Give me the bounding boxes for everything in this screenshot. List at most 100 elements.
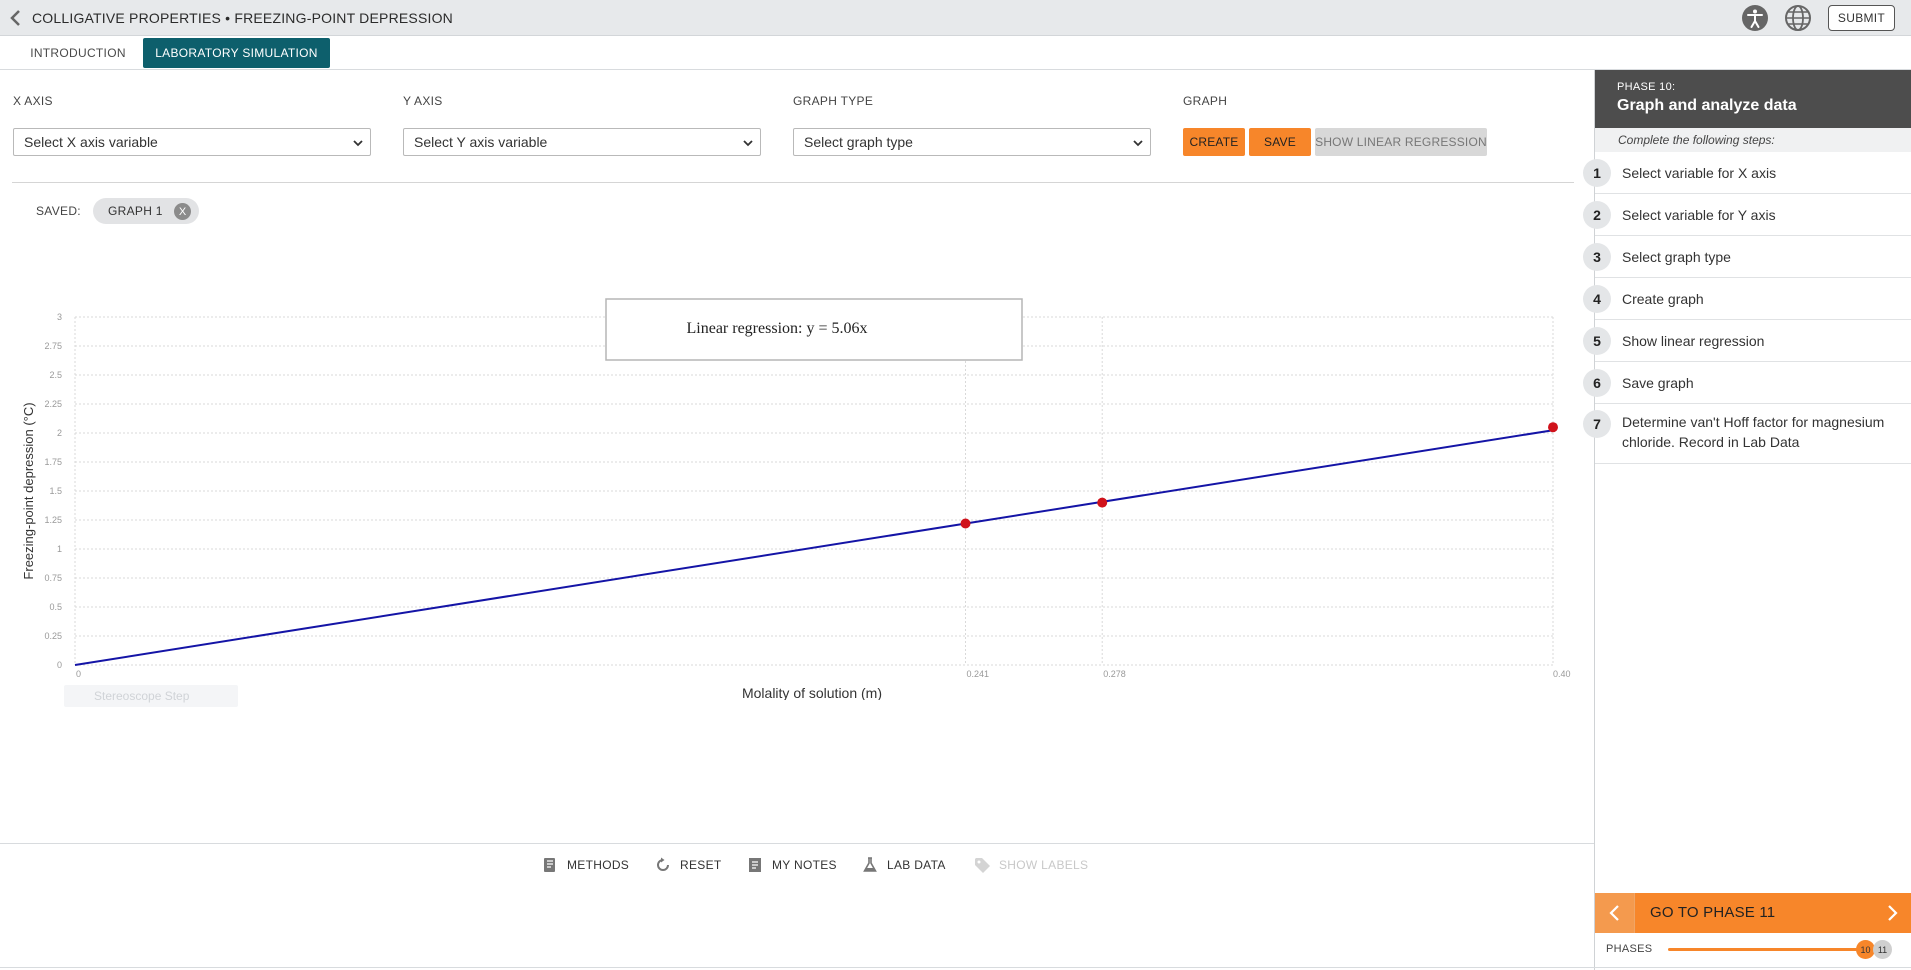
data-point <box>1548 422 1558 433</box>
graph-type-select-value: Select graph type <box>804 134 913 150</box>
x-axis-label: X AXIS <box>13 94 53 108</box>
step-label: Save graph <box>1622 374 1694 391</box>
language-globe-icon[interactable] <box>1784 4 1812 32</box>
data-point <box>960 518 971 529</box>
lab-data-label: LAB DATA <box>887 858 946 872</box>
back-chevron-icon[interactable] <box>6 8 26 28</box>
step-number: 2 <box>1583 200 1611 229</box>
submit-button[interactable]: SUBMIT <box>1828 5 1895 31</box>
show-linear-regression-button[interactable]: SHOW LINEAR REGRESSION <box>1315 128 1487 156</box>
graph-type-select[interactable]: Select graph type <box>793 128 1151 156</box>
go-to-phase-label: GO TO PHASE 11 <box>1650 904 1776 921</box>
phase-number: PHASE 10: <box>1617 81 1676 93</box>
chevron-down-icon <box>1133 140 1143 147</box>
step-4[interactable]: 4 Create graph <box>1583 278 1911 320</box>
tab-laboratory-simulation[interactable]: LABORATORY SIMULATION <box>143 38 330 68</box>
x-axis-select[interactable]: Select X axis variable <box>13 128 371 156</box>
phase-header: PHASE 10: Graph and analyze data <box>1595 70 1911 128</box>
app-title: COLLIGATIVE PROPERTIES • FREEZING-POINT … <box>32 10 453 26</box>
y-axis-select[interactable]: Select Y axis variable <box>403 128 761 156</box>
notes-icon <box>749 858 761 872</box>
y-tick-label: 0.25 <box>44 631 62 641</box>
step-6[interactable]: 6 Save graph <box>1583 362 1911 404</box>
reset-icon <box>657 857 669 871</box>
chevron-right-icon <box>1888 905 1898 921</box>
divider <box>12 182 1574 183</box>
y-tick-label: 0 <box>57 660 62 670</box>
step-label: Show linear regression <box>1622 332 1765 349</box>
methods-button[interactable]: METHODS <box>541 854 629 876</box>
x-axis-select-value: Select X axis variable <box>24 134 158 150</box>
x-tick-label: 0.278 <box>1103 669 1126 679</box>
step-label: Determine van't Hoff factor for magnesiu… <box>1622 414 1885 450</box>
methods-label: METHODS <box>567 858 630 872</box>
tab-introduction[interactable]: INTRODUCTION <box>20 38 136 68</box>
show-labels-label: SHOW LABELS <box>999 858 1089 872</box>
y-tick-label: 0.5 <box>49 602 62 612</box>
go-to-next-phase-button[interactable]: GO TO PHASE 11 <box>1595 893 1911 933</box>
next-phase-dot[interactable]: 11 <box>1873 940 1892 959</box>
y-tick-label: 1.5 <box>49 486 62 496</box>
x-tick-label: 0.241 <box>966 669 989 679</box>
step-5[interactable]: 5 Show linear regression <box>1583 320 1911 362</box>
y-tick-label: 1.75 <box>44 457 62 467</box>
reset-button[interactable]: RESET <box>654 854 722 876</box>
x-tick-label: 0 <box>76 669 81 679</box>
step-2[interactable]: 2 Select variable for Y axis <box>1583 194 1911 236</box>
phase-panel: PHASE 10: Graph and analyze data Complet… <box>1583 70 1911 970</box>
previous-phase-button[interactable] <box>1595 893 1635 933</box>
step-number: 1 <box>1583 158 1611 187</box>
graph-type-label: GRAPH TYPE <box>793 94 874 108</box>
step-number: 3 <box>1583 242 1611 271</box>
remove-saved-graph-button[interactable]: X <box>174 203 191 220</box>
y-tick-label: 0.75 <box>44 573 62 583</box>
x-axis-title: Molality of solution (m) <box>742 685 882 700</box>
graph-label: GRAPH <box>1183 94 1228 108</box>
y-axis-select-value: Select Y axis variable <box>414 134 548 150</box>
chevron-left-icon <box>1609 905 1619 921</box>
y-tick-label: 1.25 <box>44 515 62 525</box>
saved-label: SAVED: <box>36 204 81 218</box>
step-label: Create graph <box>1622 290 1704 307</box>
phase-title: Graph and analyze data <box>1617 97 1797 114</box>
page-bottom-border <box>0 967 1911 968</box>
y-axis-title: Freezing-point depression (°C) <box>21 402 36 579</box>
main-area: X AXIS Y AXIS GRAPH TYPE GRAPH Select X … <box>0 70 1594 970</box>
methods-book-icon <box>544 858 555 872</box>
accessibility-icon[interactable] <box>1741 4 1769 32</box>
show-labels-button[interactable]: SHOW LABELS <box>973 854 1088 876</box>
data-point <box>1097 497 1108 508</box>
top-bar: COLLIGATIVE PROPERTIES • FREEZING-POINT … <box>0 0 1911 36</box>
y-tick-label: 2 <box>57 428 62 438</box>
step-number: 5 <box>1583 326 1611 355</box>
step-label: Select graph type <box>1622 248 1731 265</box>
y-tick-label: 3 <box>57 312 62 322</box>
step-number: 4 <box>1583 284 1611 313</box>
lab-data-button[interactable]: LAB DATA <box>861 854 946 876</box>
reset-label: RESET <box>680 858 722 872</box>
x-tick-label: 0.40 <box>1553 669 1571 679</box>
tag-icon <box>975 858 990 873</box>
create-graph-button[interactable]: CREATE <box>1183 128 1245 156</box>
step-3[interactable]: 3 Select graph type <box>1583 236 1911 278</box>
chevron-down-icon <box>743 140 753 147</box>
my-notes-label: MY NOTES <box>772 858 837 872</box>
y-tick-label: 1 <box>57 544 62 554</box>
step-label: Select variable for Y axis <box>1622 206 1776 223</box>
y-tick-label: 2.25 <box>44 399 62 409</box>
step-7[interactable]: 7 Determine van't Hoff factor for magnes… <box>1583 404 1911 464</box>
step-number: 6 <box>1583 368 1611 397</box>
step-1[interactable]: 1 Select variable for X axis <box>1583 152 1911 194</box>
faded-list-item-label: Stereoscope Step <box>94 689 190 703</box>
regression-annotation: Linear regression: y = 5.06x <box>687 320 868 337</box>
steps-instructions: Complete the following steps: <box>1595 128 1911 152</box>
my-notes-button[interactable]: MY NOTES <box>746 854 837 876</box>
step-label: Select variable for X axis <box>1622 164 1777 181</box>
phases-label: PHASES <box>1606 943 1653 955</box>
step-number: 7 <box>1583 410 1611 438</box>
save-graph-button[interactable]: SAVE <box>1249 128 1311 156</box>
chevron-down-icon <box>353 140 363 147</box>
toolbar-divider <box>0 843 1594 844</box>
phases-progress-track <box>1668 948 1864 951</box>
y-tick-label: 2.5 <box>49 370 62 380</box>
